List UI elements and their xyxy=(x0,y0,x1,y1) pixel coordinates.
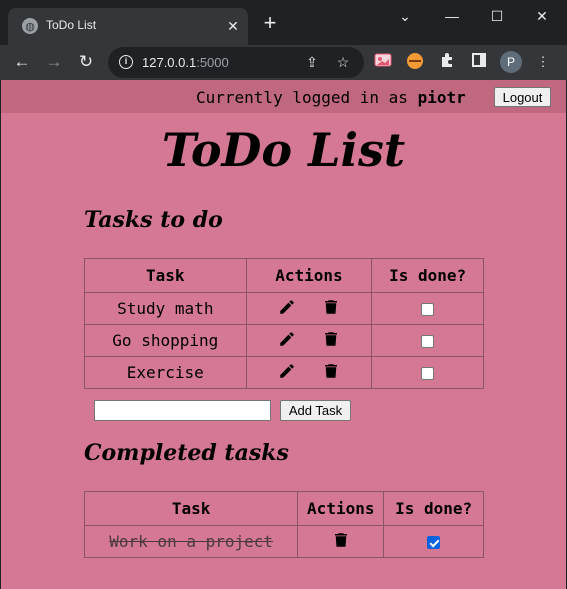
todo-table: Task Actions Is done? Study math Go shopp… xyxy=(84,258,484,389)
task-name: Study math xyxy=(84,292,247,325)
star-icon[interactable]: ☆ xyxy=(334,53,352,71)
tab-title: ToDo List xyxy=(46,18,97,32)
done-checkbox[interactable] xyxy=(421,303,435,316)
close-window-icon[interactable]: ✕ xyxy=(529,6,555,26)
done-checkbox[interactable] xyxy=(421,367,435,380)
is-done-cell xyxy=(371,324,484,357)
completed-table: Task Actions Is done? Work on a project xyxy=(83,491,484,558)
address-bar[interactable]: i 127.0.0.1:5000 ⇪ ☆ xyxy=(108,47,364,78)
back-icon[interactable]: ← xyxy=(10,50,34,74)
new-task-input[interactable] xyxy=(94,400,271,421)
todo-header-row: Task Actions Is done? xyxy=(84,258,484,293)
task-actions xyxy=(245,356,373,389)
task-name: Exercise xyxy=(84,356,247,389)
username: piotr xyxy=(417,88,466,107)
task-name: Go shopping xyxy=(84,324,247,357)
task-actions xyxy=(245,324,373,357)
col-actions: Actions xyxy=(297,491,385,526)
share-icon[interactable]: ⇪ xyxy=(303,53,321,71)
reload-icon[interactable]: ↻ xyxy=(74,50,98,74)
trash-icon[interactable] xyxy=(332,531,350,553)
col-task: Task xyxy=(83,491,299,526)
logout-button[interactable]: Logout xyxy=(494,87,551,107)
menu-kebab-icon[interactable]: ⋮ xyxy=(533,52,553,72)
task-actions xyxy=(245,292,373,325)
forward-icon[interactable]: → xyxy=(42,50,66,74)
table-row: Go shopping xyxy=(84,324,484,357)
completed-section-title: Completed tasks xyxy=(84,440,289,466)
minimize-icon[interactable]: — xyxy=(439,6,465,26)
add-task-button[interactable]: Add Task xyxy=(280,400,351,421)
extensions-puzzle-icon[interactable] xyxy=(437,52,457,72)
trash-icon[interactable] xyxy=(322,362,340,384)
maximize-icon[interactable]: ☐ xyxy=(484,6,510,26)
col-done: Is done? xyxy=(371,258,484,293)
extension-image-icon[interactable] xyxy=(373,52,393,72)
login-status: Currently logged in as piotr xyxy=(196,88,466,107)
browser-toolbar: ← → ↻ i 127.0.0.1:5000 ⇪ ☆ P ⋮ xyxy=(0,45,567,80)
url-text: 127.0.0.1:5000 xyxy=(142,55,229,70)
col-actions: Actions xyxy=(245,258,373,293)
is-done-cell xyxy=(383,525,484,558)
extension-food-icon[interactable] xyxy=(405,52,425,72)
browser-titlebar: ◍ ToDo List ✕ + ⌄ — ☐ ✕ xyxy=(0,0,567,45)
pencil-icon[interactable] xyxy=(278,330,296,352)
new-tab-icon[interactable]: + xyxy=(260,12,280,34)
todo-section-title: Tasks to do xyxy=(84,207,223,233)
table-row: Work on a project xyxy=(83,525,484,558)
side-panel-icon[interactable] xyxy=(469,52,489,72)
info-icon[interactable]: i xyxy=(119,55,133,69)
col-done: Is done? xyxy=(383,491,484,526)
globe-icon: ◍ xyxy=(22,18,38,34)
is-done-cell xyxy=(371,356,484,389)
trash-icon[interactable] xyxy=(322,330,340,352)
done-checkbox[interactable] xyxy=(427,536,441,549)
page-content: Currently logged in as piotr Logout ToDo… xyxy=(1,80,566,589)
close-tab-icon[interactable]: ✕ xyxy=(224,17,242,35)
user-bar: Currently logged in as piotr Logout xyxy=(1,80,566,113)
pencil-icon[interactable] xyxy=(278,362,296,384)
table-row: Exercise xyxy=(84,356,484,389)
table-row: Study math xyxy=(84,292,484,325)
completed-header-row: Task Actions Is done? xyxy=(83,491,484,526)
task-name: Work on a project xyxy=(83,525,299,558)
pencil-icon[interactable] xyxy=(278,298,296,320)
browser-tab[interactable]: ◍ ToDo List ✕ xyxy=(8,8,248,45)
tab-search-icon[interactable]: ⌄ xyxy=(392,6,418,26)
done-checkbox[interactable] xyxy=(421,335,435,348)
task-actions xyxy=(297,525,385,558)
trash-icon[interactable] xyxy=(322,298,340,320)
page-title: ToDo List xyxy=(161,123,406,177)
profile-avatar[interactable]: P xyxy=(500,51,522,73)
is-done-cell xyxy=(371,292,484,325)
col-task: Task xyxy=(84,258,247,293)
